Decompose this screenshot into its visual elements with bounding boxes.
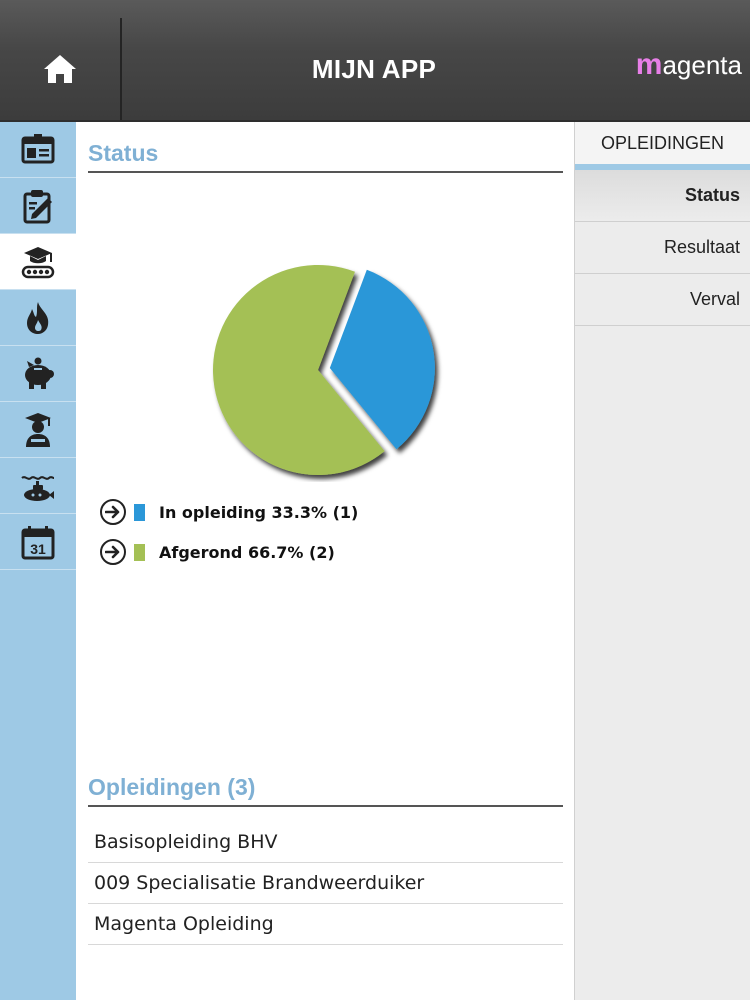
status-section-title: Status: [88, 140, 563, 173]
clipboard-edit-icon: [23, 189, 52, 223]
arrow-right-circle-icon[interactable]: [100, 539, 126, 565]
pie-chart-svg: [213, 265, 435, 475]
sidebar-item-calendar[interactable]: 31: [0, 514, 76, 570]
legend-label: In opleiding 33.3% (1): [159, 502, 359, 522]
home-icon: [44, 55, 76, 83]
status-pie-chart: [206, 252, 446, 482]
home-button[interactable]: [0, 18, 122, 120]
sidebar: 31: [0, 122, 76, 1000]
legend-label: Afgerond 66.7% (2): [159, 542, 335, 562]
opleidingen-section-title: Opleidingen (3): [88, 774, 563, 807]
sidebar-item-diver[interactable]: [0, 458, 76, 514]
brand-logo-initial: m: [635, 48, 663, 81]
graduation-tank-icon: [21, 246, 55, 278]
right-nav-panel: OPLEIDINGEN Status Resultaat Verval: [574, 122, 750, 1000]
fire-icon: [27, 301, 49, 334]
calendar-icon: 31: [21, 525, 55, 559]
calendar-day: 31: [30, 541, 46, 557]
sidebar-item-training[interactable]: [0, 234, 76, 290]
right-panel-header: OPLEIDINGEN: [575, 122, 750, 170]
sidebar-item-savings[interactable]: [0, 346, 76, 402]
list-item[interactable]: 009 Specialisatie Brandweerduiker: [88, 863, 563, 904]
nav-item-verval[interactable]: Verval: [575, 274, 750, 326]
piggy-bank-icon: [25, 357, 54, 389]
submarine-icon: [21, 475, 55, 501]
sidebar-item-clipboard[interactable]: [0, 178, 76, 234]
brand-logo-text: agenta: [662, 50, 742, 80]
sidebar-item-fire[interactable]: [0, 290, 76, 346]
legend-swatch-green: [134, 543, 145, 561]
arrow-right-circle-icon[interactable]: [100, 499, 126, 525]
nav-item-resultaat[interactable]: Resultaat: [575, 222, 750, 274]
list-item[interactable]: Basisopleiding BHV: [88, 822, 563, 863]
nav-item-status[interactable]: Status: [575, 170, 750, 222]
sidebar-item-id-card[interactable]: [0, 122, 76, 178]
main-content: Status In opleiding 33.3% (1) Afgerond 6…: [76, 122, 574, 1000]
sidebar-item-graduate[interactable]: [0, 402, 76, 458]
id-card-icon: [21, 133, 55, 163]
list-item[interactable]: Magenta Opleiding: [88, 904, 563, 945]
legend-swatch-blue: [134, 503, 145, 521]
legend-item-in-opleiding[interactable]: In opleiding 33.3% (1): [100, 492, 358, 532]
brand-logo: m agenta: [636, 50, 742, 84]
chart-legend: In opleiding 33.3% (1) Afgerond 66.7% (2…: [100, 492, 358, 572]
app-header: MIJN APP m agenta: [0, 0, 750, 122]
graduate-person-icon: [25, 412, 51, 447]
opleidingen-list: Basisopleiding BHV 009 Specialisatie Bra…: [88, 822, 563, 945]
legend-item-afgerond[interactable]: Afgerond 66.7% (2): [100, 532, 358, 572]
app-title: MIJN APP: [311, 53, 437, 84]
